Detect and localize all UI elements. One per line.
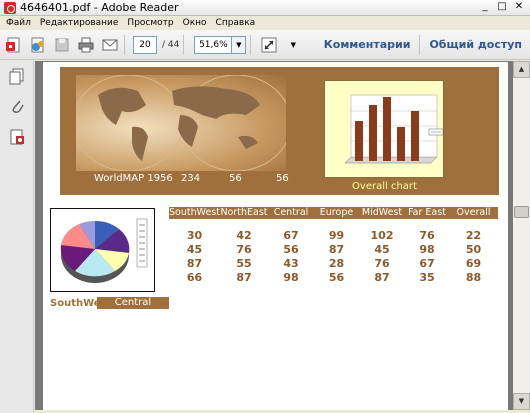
- bar: [397, 127, 405, 161]
- menu-edit[interactable]: Редактирование: [40, 18, 119, 28]
- email-icon[interactable]: [100, 35, 120, 55]
- table-cell: 76: [236, 243, 252, 256]
- table-cell: 22: [465, 229, 482, 242]
- table-cell: 66: [186, 271, 203, 284]
- region-value: Central: [97, 297, 169, 309]
- table-cell: 50: [465, 243, 482, 256]
- bar: [355, 121, 363, 161]
- table-cell: 56: [283, 243, 299, 256]
- table-cell: 45: [374, 243, 390, 256]
- table-cell: 98: [419, 243, 435, 256]
- table-cell: 99: [328, 229, 345, 242]
- print-icon[interactable]: [76, 35, 96, 55]
- navigation-sidebar: [0, 61, 34, 413]
- bar: [369, 105, 377, 161]
- table-cell: 88: [465, 271, 482, 284]
- attachments-icon[interactable]: [8, 97, 26, 115]
- adobe-reader-icon: [4, 1, 16, 14]
- toolbar-separator: [183, 34, 185, 55]
- page-number-input[interactable]: 20: [133, 35, 157, 54]
- bar: [411, 111, 419, 161]
- document-viewport[interactable]: WorldMAP 1956 234 56 56 Overall chart So…: [35, 61, 513, 410]
- page-total: / 44: [162, 39, 180, 50]
- scroll-thumb[interactable]: [514, 206, 529, 218]
- collaborate-icon[interactable]: [28, 35, 48, 55]
- table-cell: 69: [465, 257, 482, 270]
- create-pdf-icon[interactable]: [4, 35, 24, 55]
- table-cell: 87: [374, 271, 390, 284]
- world-map-image: [72, 74, 292, 172]
- table-cell: 67: [419, 257, 435, 270]
- pdf-page: WorldMAP 1956 234 56 56 Overall chart So…: [43, 62, 508, 410]
- table-cell: 87: [186, 257, 203, 270]
- column-header: Central: [273, 207, 309, 218]
- toolbar-separator: [124, 34, 125, 55]
- menu-bar: Файл Редактирование Просмотр Окно Справк…: [0, 16, 530, 30]
- table-cell: 28: [328, 257, 345, 270]
- column-header: Overall: [456, 207, 491, 218]
- table-cell: 55: [236, 257, 252, 270]
- comments-button[interactable]: Комментарии: [324, 38, 411, 51]
- table-cell: 102: [370, 229, 394, 242]
- table-cell: 30: [186, 229, 203, 242]
- table-cell: 87: [236, 271, 252, 284]
- zoom-input[interactable]: 51,6%: [194, 35, 233, 54]
- title-bar: 4646401.pdf - Adobe Reader _ □ ✕: [0, 0, 530, 16]
- column-header: SouthWest: [169, 207, 220, 218]
- table-cell: 76: [374, 257, 390, 270]
- vertical-scrollbar[interactable]: ▲ ▼: [513, 61, 530, 410]
- column-header: Far East: [408, 207, 446, 218]
- table-row: 45 76 56 87 45 98 50: [169, 243, 498, 256]
- zoom-dropdown-button[interactable]: ▼: [232, 35, 247, 54]
- table-cell: 45: [186, 243, 203, 256]
- column-header: Europe: [319, 207, 354, 218]
- table-cell: 98: [283, 271, 299, 284]
- toolbar-separator: [419, 34, 421, 55]
- column-header: MidWest: [361, 207, 403, 218]
- table-cell: 67: [283, 229, 299, 242]
- scroll-up-button[interactable]: ▲: [513, 61, 530, 78]
- toolbar-separator: [250, 34, 252, 55]
- menu-view[interactable]: Просмотр: [127, 18, 173, 28]
- banner-value: 56: [229, 173, 242, 184]
- table-cell: 87: [328, 243, 345, 256]
- window-controls: _ □ ✕: [478, 1, 526, 14]
- table-cell: 35: [419, 271, 435, 284]
- pie-chart: [50, 208, 155, 292]
- bar: [383, 97, 391, 161]
- window-title: 4646401.pdf - Adobe Reader: [20, 1, 179, 14]
- pages-icon[interactable]: [8, 67, 26, 85]
- table-row: 87 55 43 28 76 67 69: [169, 257, 498, 270]
- menu-help[interactable]: Справка: [216, 18, 256, 28]
- close-button[interactable]: ✕: [512, 1, 526, 14]
- table-row: 66 87 98 56 87 35 88: [169, 271, 498, 284]
- table-cell: 42: [236, 229, 252, 242]
- table-cell: 56: [328, 271, 345, 284]
- table-cell: 43: [283, 257, 299, 270]
- save-icon[interactable]: [52, 35, 72, 55]
- column-header: NorthEast: [220, 207, 268, 218]
- banner-value: 56: [276, 173, 289, 184]
- overall-bar-chart: [324, 80, 444, 178]
- more-tools-dropdown[interactable]: ▼: [283, 35, 303, 55]
- maximize-button[interactable]: □: [495, 1, 509, 14]
- menu-file[interactable]: Файл: [6, 18, 31, 28]
- toolbar: 20 / 44 51,6% ▼ ▼ Комментарии Общий дост…: [0, 30, 530, 60]
- fit-page-icon[interactable]: [259, 35, 279, 55]
- signatures-icon[interactable]: [8, 128, 26, 146]
- data-grid-header: SouthWest NorthEast Central Europe MidWe…: [169, 207, 498, 219]
- banner: WorldMAP 1956 234 56 56 Overall chart: [60, 67, 499, 195]
- share-button[interactable]: Общий доступ: [429, 38, 522, 51]
- table-row: 30 42 67 99 102 76 22: [169, 229, 498, 242]
- menu-window[interactable]: Окно: [183, 18, 207, 28]
- chart-caption: Overall chart: [352, 181, 417, 192]
- scroll-down-button[interactable]: ▼: [513, 393, 530, 410]
- minimize-button[interactable]: _: [478, 1, 492, 14]
- banner-value: 234: [181, 173, 201, 184]
- map-label: WorldMAP 1956: [94, 173, 173, 184]
- table-cell: 76: [419, 229, 435, 242]
